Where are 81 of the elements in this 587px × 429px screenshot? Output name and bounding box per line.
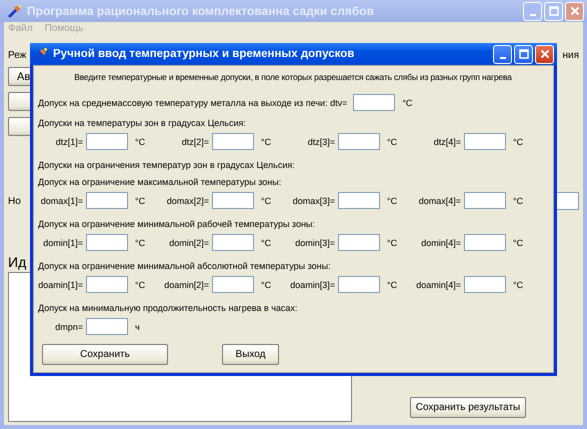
- input-field[interactable]: [212, 192, 254, 209]
- field-label: domax[4]=: [418, 196, 462, 206]
- field-label: domin[2]=: [168, 238, 210, 248]
- input-field[interactable]: [86, 192, 128, 209]
- unit-label: °C: [402, 98, 412, 108]
- field-label: dmpn=: [54, 322, 84, 332]
- field-label: domin[1]=: [42, 238, 84, 248]
- unit-label: °C: [135, 280, 146, 290]
- field-label: dtz[1]=: [54, 136, 84, 146]
- input-field[interactable]: [464, 276, 506, 293]
- field-label: dtz[3]=: [306, 136, 336, 146]
- input-field[interactable]: [212, 276, 254, 293]
- minimize-icon: [530, 14, 536, 16]
- minimize-button[interactable]: [493, 44, 512, 64]
- unit-label: °C: [513, 238, 524, 248]
- input-field[interactable]: [338, 276, 380, 293]
- field-label: Допуск на среднемассовую температуру металла на выходе из печи: dtv=: [38, 98, 348, 108]
- input-field[interactable]: [212, 234, 254, 251]
- field-label: doamin[4]=: [416, 280, 462, 290]
- save-results-button[interactable]: Сохранить результаты: [410, 397, 526, 418]
- mode-label: Реж: [8, 50, 26, 61]
- field-label: domin[4]=: [420, 238, 462, 248]
- field-label: domax[1]=: [40, 196, 84, 206]
- row-label: Но: [8, 196, 21, 206]
- unit-label: °C: [135, 238, 146, 248]
- app-icon: [33, 46, 49, 62]
- unit-label: °C: [513, 196, 524, 206]
- minimize-icon: [500, 56, 506, 58]
- label-text: ния: [562, 50, 579, 61]
- unit-label: °C: [513, 280, 524, 290]
- input-field[interactable]: [86, 276, 128, 293]
- unit-label: °C: [387, 238, 398, 248]
- window-title: Программа рационального комплектованна садки слябов: [27, 4, 375, 18]
- maximize-icon: [518, 48, 530, 60]
- input-field[interactable]: [464, 234, 506, 251]
- maximize-icon: [548, 5, 560, 17]
- unit-label: °C: [135, 196, 146, 206]
- unit-label: °C: [135, 136, 146, 146]
- unit-label: °C: [513, 136, 524, 146]
- field-label: domin[3]=: [294, 238, 336, 248]
- unit-label: °C: [387, 136, 398, 146]
- input-field[interactable]: [86, 318, 128, 335]
- section-title: Ид: [8, 254, 26, 270]
- input-field[interactable]: [464, 192, 506, 209]
- section-label: Допуски на ограничения температур зон в градусах Цельсия:: [38, 160, 296, 170]
- section-label: Допуск на ограничение максимальной температуры зоны:: [38, 177, 282, 187]
- close-icon: [568, 5, 580, 17]
- field-label: dtz[2]=: [180, 136, 210, 146]
- field-label: domax[3]=: [292, 196, 336, 206]
- dialog-button[interactable]: Сохранить: [42, 344, 168, 365]
- section-label: Допуски на температуры зон в градусах Цельсия:: [38, 118, 247, 128]
- dialog-title: Ручной ввод температурных и временных допусков: [53, 48, 356, 60]
- input-field[interactable]: [353, 94, 396, 111]
- input-field[interactable]: [86, 234, 128, 251]
- section-label: Допуск на минимальную продолжительность нагрева в часах:: [38, 303, 298, 313]
- input-field[interactable]: [212, 133, 254, 150]
- close-button[interactable]: [535, 44, 554, 64]
- instruction-text: Введите температурные и временные допуски, в поле которых разрешается сажать слябы из разных групп нагрева: [73, 72, 513, 82]
- input-field[interactable]: [464, 133, 506, 150]
- field-label: doamin[3]=: [290, 280, 336, 290]
- unit-label: °C: [261, 280, 272, 290]
- field-label: doamin[2]=: [164, 280, 210, 290]
- input-field[interactable]: [86, 133, 128, 150]
- field-label: domax[2]=: [166, 196, 210, 206]
- field-label: dtz[4]=: [432, 136, 462, 146]
- input-field[interactable]: [338, 192, 380, 209]
- input-field[interactable]: [338, 234, 380, 251]
- unit-label: °C: [261, 136, 272, 146]
- unit-label: °C: [387, 280, 398, 290]
- close-icon: [538, 48, 550, 60]
- field-label: doamin[1]=: [38, 280, 84, 290]
- unit-label: °C: [387, 196, 398, 206]
- unit-label: ч: [135, 322, 141, 332]
- input-field[interactable]: [338, 133, 380, 150]
- unit-label: °C: [261, 196, 272, 206]
- app-icon: [7, 3, 23, 19]
- maximize-button[interactable]: [514, 44, 533, 64]
- section-label: Допуск на ограничение минимальной абсолютной температуры зоны:: [38, 261, 332, 271]
- dialog-button[interactable]: Выход: [222, 344, 279, 365]
- section-label: Допуск на ограничение минимальной рабочей температуры зоны:: [38, 219, 316, 229]
- unit-label: °C: [261, 238, 272, 248]
